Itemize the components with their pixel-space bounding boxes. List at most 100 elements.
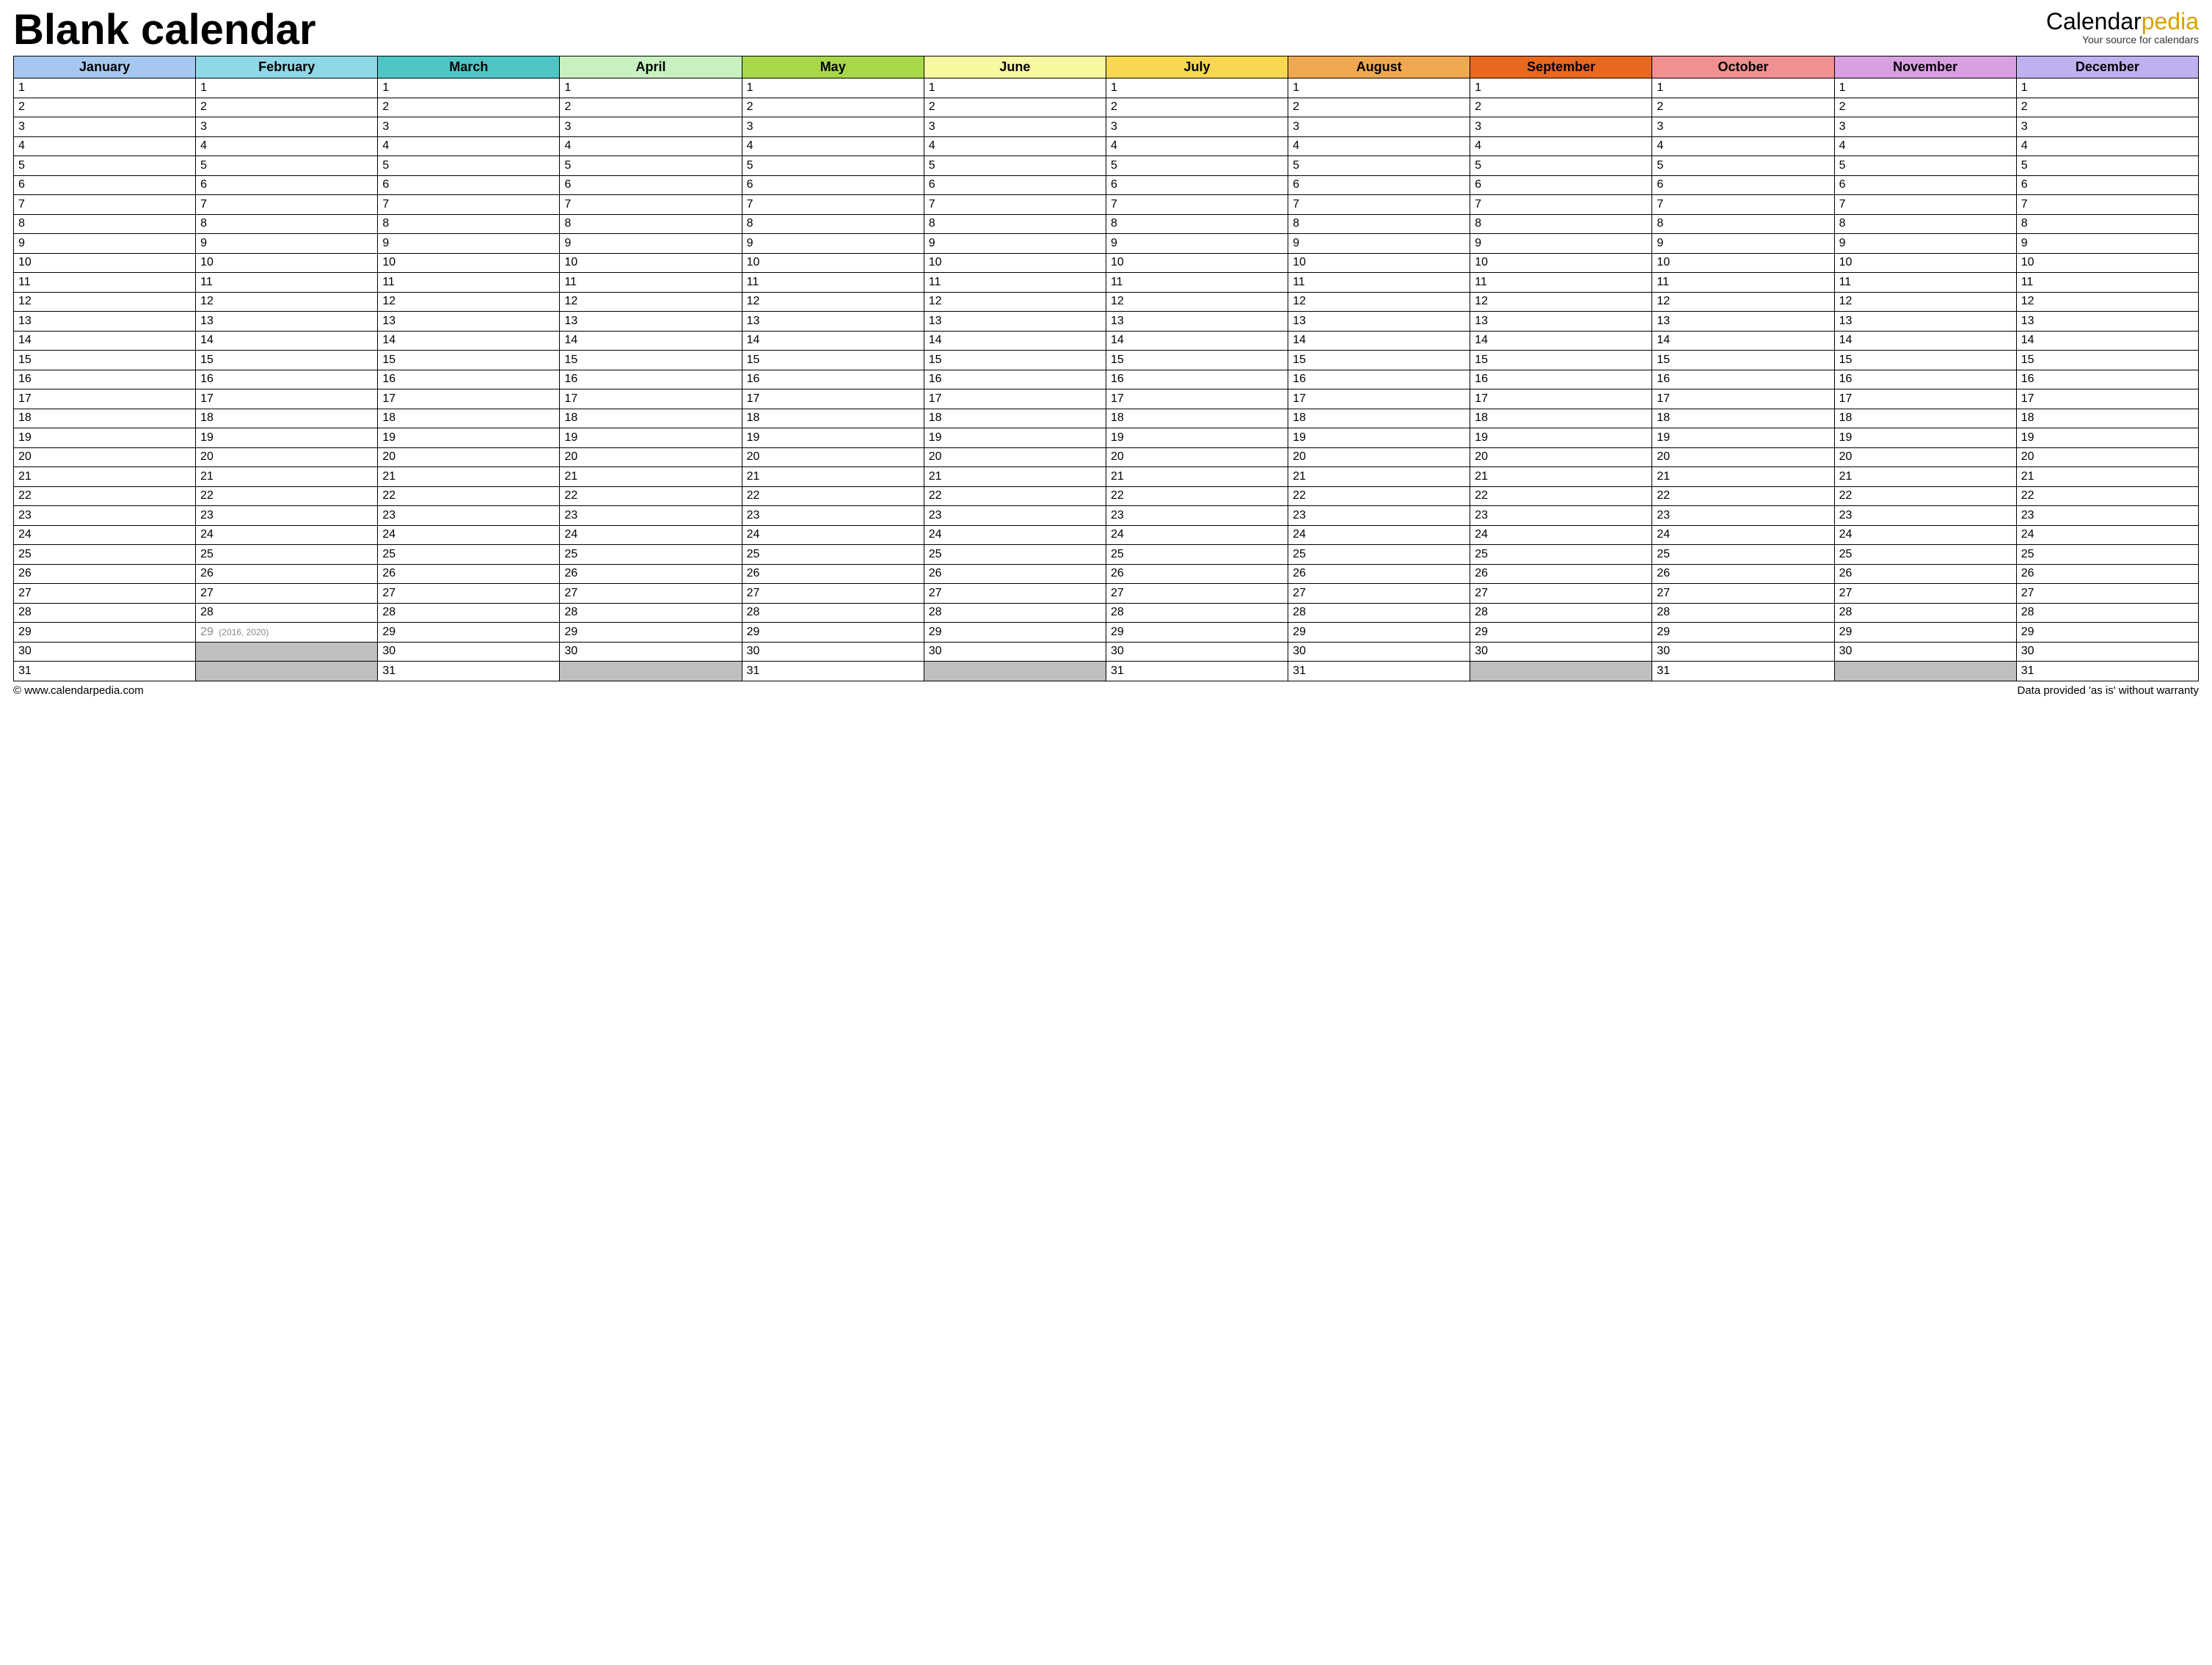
day-cell: 26 (924, 564, 1106, 584)
day-cell: 17 (1106, 389, 1288, 409)
day-cell: 10 (14, 253, 196, 273)
day-cell: 8 (378, 214, 560, 234)
day-row: 202020202020202020202020 (14, 447, 2199, 467)
day-cell: 19 (560, 428, 742, 448)
day-cell: 22 (378, 486, 560, 506)
day-cell: 21 (1652, 467, 1834, 487)
day-cell: 15 (1652, 351, 1834, 370)
day-cell: 28 (1288, 603, 1470, 623)
day-cell: 8 (1106, 214, 1288, 234)
page-title: Blank calendar (13, 9, 316, 51)
day-cell: 10 (742, 253, 924, 273)
day-cell: 1 (1470, 78, 1652, 98)
day-cell: 21 (560, 467, 742, 487)
day-cell: 14 (14, 331, 196, 351)
day-cell: 13 (1288, 312, 1470, 332)
day-cell: 17 (560, 389, 742, 409)
day-cell: 24 (2016, 525, 2198, 545)
day-cell: 13 (1470, 312, 1652, 332)
day-cell: 10 (1834, 253, 2016, 273)
day-cell: 6 (1652, 175, 1834, 195)
day-row: 999999999999 (14, 234, 2199, 254)
month-header: August (1288, 56, 1470, 78)
day-cell: 8 (14, 214, 196, 234)
day-cell: 15 (1106, 351, 1288, 370)
day-row: 888888888888 (14, 214, 2199, 234)
day-cell: 18 (924, 409, 1106, 428)
day-cell: 5 (560, 156, 742, 176)
day-cell: 11 (378, 273, 560, 293)
day-cell: 15 (924, 351, 1106, 370)
month-header-row: JanuaryFebruaryMarchAprilMayJuneJulyAugu… (14, 56, 2199, 78)
day-cell: 2 (1470, 98, 1652, 117)
day-cell: 11 (560, 273, 742, 293)
day-cell: 14 (1470, 331, 1652, 351)
day-cell: 28 (378, 603, 560, 623)
day-cell: 4 (1470, 136, 1652, 156)
day-cell: 17 (1470, 389, 1652, 409)
day-cell: 10 (1652, 253, 1834, 273)
day-cell: 27 (924, 584, 1106, 604)
day-cell: 8 (924, 214, 1106, 234)
day-cell: 21 (924, 467, 1106, 487)
day-cell: 26 (1288, 564, 1470, 584)
day-cell: 17 (196, 389, 378, 409)
day-cell: 8 (742, 214, 924, 234)
day-cell: 7 (1470, 195, 1652, 215)
day-cell: 4 (1288, 136, 1470, 156)
day-cell: 24 (1470, 525, 1652, 545)
day-row: 222222222222222222222222 (14, 486, 2199, 506)
day-cell: 31 (14, 662, 196, 681)
day-cell: 9 (1834, 234, 2016, 254)
day-cell: 5 (2016, 156, 2198, 176)
day-row: 141414141414141414141414 (14, 331, 2199, 351)
day-cell: 24 (14, 525, 196, 545)
day-row: 262626262626262626262626 (14, 564, 2199, 584)
brand-block: Calendarpedia Your source for calendars (2046, 9, 2199, 46)
day-cell: 11 (1470, 273, 1652, 293)
day-row: 151515151515151515151515 (14, 351, 2199, 370)
day-cell: 30 (742, 642, 924, 662)
day-row: 555555555555 (14, 156, 2199, 176)
day-cell: 2 (742, 98, 924, 117)
day-cell: 3 (1834, 117, 2016, 137)
day-cell: 5 (924, 156, 1106, 176)
day-cell: 22 (1834, 486, 2016, 506)
day-row: 212121212121212121212121 (14, 467, 2199, 487)
day-cell: 18 (196, 409, 378, 428)
day-cell: 24 (196, 525, 378, 545)
day-cell: 29 (924, 623, 1106, 643)
day-cell: 30 (1652, 642, 1834, 662)
day-cell: 6 (1106, 175, 1288, 195)
footer-copyright: © www.calendarpedia.com (13, 684, 144, 697)
day-cell: 23 (1834, 506, 2016, 526)
day-row: 333333333333 (14, 117, 2199, 137)
day-cell: 29 (2016, 2020) (196, 623, 378, 643)
day-cell: 30 (1288, 642, 1470, 662)
day-cell: 12 (1288, 292, 1470, 312)
day-cell: 20 (1288, 447, 1470, 467)
day-cell: 2 (1288, 98, 1470, 117)
day-cell: 27 (1470, 584, 1652, 604)
day-cell: 7 (560, 195, 742, 215)
day-cell: 12 (742, 292, 924, 312)
day-cell: 30 (1106, 642, 1288, 662)
day-cell: 3 (1652, 117, 1834, 137)
day-cell: 31 (742, 662, 924, 681)
day-cell: 25 (1652, 545, 1834, 565)
day-cell: 29 (1288, 623, 1470, 643)
day-cell: 27 (1834, 584, 2016, 604)
day-row: 666666666666 (14, 175, 2199, 195)
day-cell: 3 (560, 117, 742, 137)
day-cell: 14 (924, 331, 1106, 351)
day-cell: 12 (14, 292, 196, 312)
day-cell: 25 (560, 545, 742, 565)
day-cell: 18 (560, 409, 742, 428)
day-cell: 16 (1834, 370, 2016, 389)
day-cell: 22 (1470, 486, 1652, 506)
day-cell: 9 (1288, 234, 1470, 254)
day-cell: 22 (1106, 486, 1288, 506)
day-cell: 20 (2016, 447, 2198, 467)
day-cell: 17 (924, 389, 1106, 409)
day-cell: 6 (1288, 175, 1470, 195)
